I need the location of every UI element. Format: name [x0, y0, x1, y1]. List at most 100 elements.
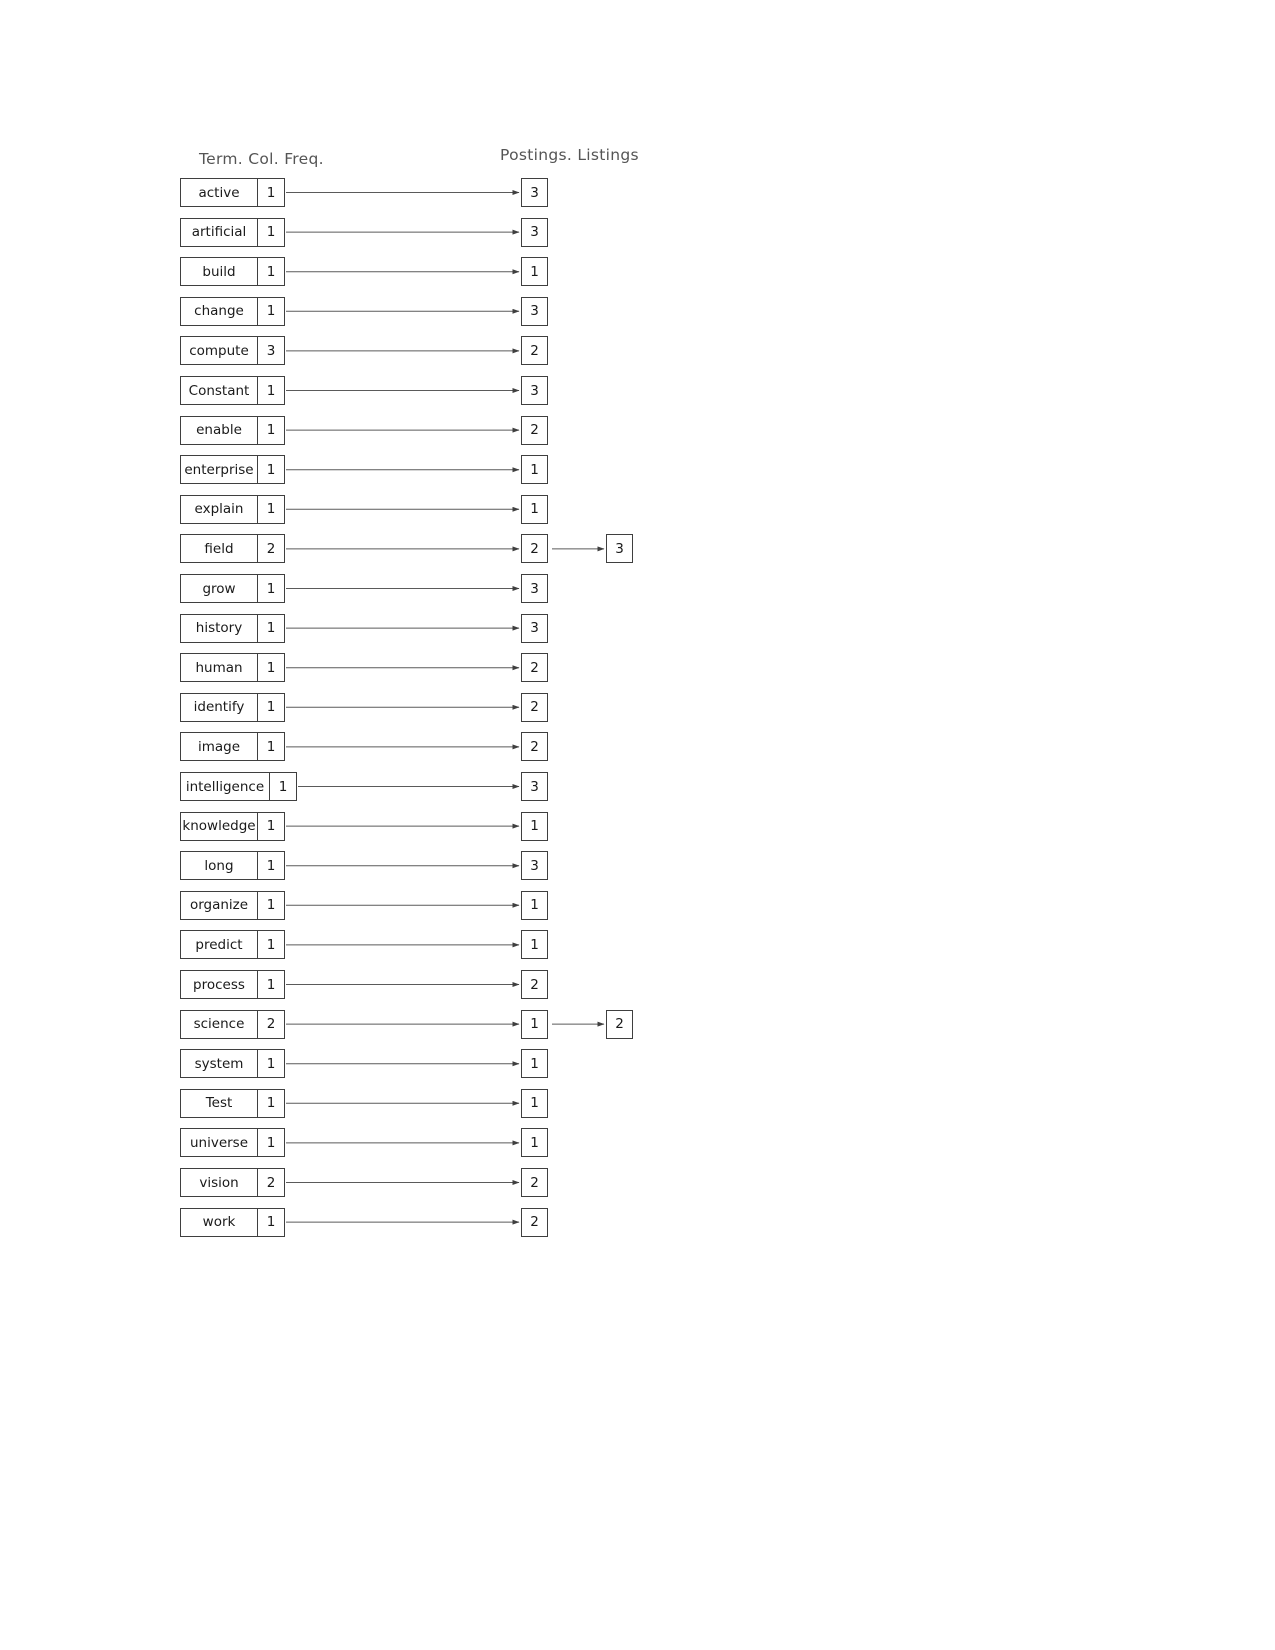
posting-node[interactable]: 3 — [521, 296, 548, 326]
term-column-header: Term. Col. Freq. — [199, 150, 324, 168]
posting-node[interactable]: 3 — [521, 772, 548, 801]
term-entry[interactable]: artificial 1 — [180, 217, 285, 247]
posting-node[interactable]: 1 — [521, 890, 548, 920]
posting-node[interactable]: 1 — [521, 455, 548, 485]
term-entry[interactable]: compute 3 — [180, 336, 285, 366]
term-frequency: 1 — [258, 1049, 285, 1079]
term-frequency: 1 — [258, 613, 285, 643]
term-label: vision — [180, 1168, 258, 1197]
term-frequency: 1 — [258, 217, 285, 247]
posting-node[interactable]: 2 — [521, 692, 548, 722]
term-label: universe — [180, 1128, 258, 1158]
term-frequency: 1 — [258, 415, 285, 445]
posting-node[interactable]: 2 — [521, 415, 548, 445]
posting-node[interactable]: 3 — [521, 376, 548, 405]
term-frequency: 1 — [258, 851, 285, 881]
term-entry[interactable]: system 1 — [180, 1049, 285, 1079]
posting-node[interactable]: 1 — [521, 494, 548, 524]
term-entry[interactable]: universe 1 — [180, 1128, 285, 1158]
term-label: system — [180, 1049, 258, 1079]
posting-node[interactable]: 1 — [521, 930, 548, 960]
term-label: organize — [180, 890, 258, 920]
term-entry[interactable]: vision 2 — [180, 1168, 285, 1197]
term-entry[interactable]: knowledge 1 — [180, 811, 285, 841]
posting-node[interactable]: 1 — [521, 1049, 548, 1079]
term-frequency: 2 — [258, 534, 285, 564]
term-entry[interactable]: enterprise 1 — [180, 455, 285, 485]
term-label: Test — [180, 1088, 258, 1118]
term-frequency: 1 — [258, 692, 285, 722]
posting-node[interactable]: 2 — [606, 1009, 633, 1039]
posting-node[interactable]: 3 — [521, 851, 548, 881]
term-entry[interactable]: work 1 — [180, 1207, 285, 1237]
term-entry[interactable]: Test 1 — [180, 1088, 285, 1118]
term-frequency: 1 — [258, 930, 285, 960]
term-frequency: 1 — [258, 455, 285, 485]
term-entry[interactable]: history 1 — [180, 613, 285, 643]
term-label: change — [180, 296, 258, 326]
term-frequency: 1 — [258, 178, 285, 207]
term-entry[interactable]: identify 1 — [180, 692, 285, 722]
term-entry[interactable]: organize 1 — [180, 890, 285, 920]
term-label: science — [180, 1009, 258, 1039]
posting-node[interactable]: 2 — [521, 1168, 548, 1197]
posting-node[interactable]: 1 — [521, 1128, 548, 1158]
term-label: compute — [180, 336, 258, 366]
term-frequency: 1 — [258, 811, 285, 841]
term-entry[interactable]: change 1 — [180, 296, 285, 326]
term-label: enterprise — [180, 455, 258, 485]
term-frequency: 1 — [258, 890, 285, 920]
posting-node[interactable]: 3 — [521, 613, 548, 643]
inverted-index-diagram: Term. Col. Freq. Postings. Listings acti… — [0, 0, 1275, 1650]
term-label: long — [180, 851, 258, 881]
term-label: active — [180, 178, 258, 207]
term-entry[interactable]: human 1 — [180, 653, 285, 683]
term-label: process — [180, 970, 258, 999]
term-entry[interactable]: science 2 — [180, 1009, 285, 1039]
posting-node[interactable]: 1 — [521, 811, 548, 841]
term-label: Constant — [180, 376, 258, 405]
posting-node[interactable]: 2 — [521, 336, 548, 366]
term-label: human — [180, 653, 258, 683]
term-frequency: 1 — [258, 1088, 285, 1118]
term-entry[interactable]: image 1 — [180, 732, 285, 762]
term-frequency: 1 — [258, 970, 285, 999]
term-label: field — [180, 534, 258, 564]
term-label: artificial — [180, 217, 258, 247]
posting-node[interactable]: 1 — [521, 1009, 548, 1039]
term-entry[interactable]: build 1 — [180, 257, 285, 287]
term-entry[interactable]: active 1 — [180, 178, 285, 207]
posting-node[interactable]: 2 — [521, 653, 548, 683]
term-frequency: 1 — [258, 257, 285, 287]
posting-node[interactable]: 3 — [606, 534, 633, 564]
posting-node[interactable]: 1 — [521, 257, 548, 287]
term-frequency: 3 — [258, 336, 285, 366]
term-label: image — [180, 732, 258, 762]
term-entry[interactable]: enable 1 — [180, 415, 285, 445]
term-frequency: 1 — [258, 296, 285, 326]
term-label: knowledge — [180, 811, 258, 841]
term-entry[interactable]: predict 1 — [180, 930, 285, 960]
term-entry[interactable]: intelligence 1 — [180, 772, 297, 801]
posting-node[interactable]: 1 — [521, 1088, 548, 1118]
term-entry[interactable]: field 2 — [180, 534, 285, 564]
term-label: enable — [180, 415, 258, 445]
term-entry[interactable]: Constant 1 — [180, 376, 285, 405]
posting-node[interactable]: 2 — [521, 732, 548, 762]
term-frequency: 1 — [258, 574, 285, 603]
term-entry[interactable]: explain 1 — [180, 494, 285, 524]
term-entry[interactable]: process 1 — [180, 970, 285, 999]
posting-node[interactable]: 2 — [521, 1207, 548, 1237]
term-frequency: 1 — [270, 772, 297, 801]
posting-node[interactable]: 2 — [521, 970, 548, 999]
postings-column-header: Postings. Listings — [500, 146, 639, 164]
posting-node[interactable]: 3 — [521, 574, 548, 603]
term-frequency: 1 — [258, 494, 285, 524]
posting-node[interactable]: 2 — [521, 534, 548, 564]
term-frequency: 2 — [258, 1009, 285, 1039]
term-entry[interactable]: grow 1 — [180, 574, 285, 603]
posting-node[interactable]: 3 — [521, 178, 548, 207]
term-entry[interactable]: long 1 — [180, 851, 285, 881]
term-label: grow — [180, 574, 258, 603]
posting-node[interactable]: 3 — [521, 217, 548, 247]
